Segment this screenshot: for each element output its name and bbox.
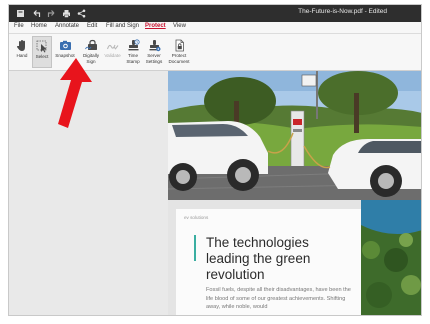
redo-icon[interactable] [45, 7, 57, 19]
server-settings-button[interactable]: Server Settings [143, 36, 165, 68]
menu-view[interactable]: View [173, 23, 186, 29]
pdf-page: ev solutions The technologies leading th… [168, 71, 421, 315]
select-tool-button[interactable]: Select [32, 36, 52, 68]
digital-sign-icon [84, 39, 97, 50]
time-stamp-label: Time Stamp [126, 53, 140, 64]
headline-accent-bar [194, 235, 196, 261]
validate-button[interactable]: Validate [102, 36, 123, 68]
validate-label: Validate [104, 53, 121, 58]
title-bar: The-Future-is-Now.pdf - Edited [9, 5, 421, 22]
server-settings-label: Server Settings [145, 53, 163, 64]
article-card: ev solutions The technologies leading th… [176, 209, 361, 315]
window-title: The-Future-is-Now.pdf - Edited [298, 8, 387, 15]
menu-annotate[interactable]: Annotate [55, 23, 79, 29]
hand-label: Hand [16, 53, 28, 58]
article-headline: The technologies leading the green revol… [206, 235, 311, 282]
server-settings-icon [149, 40, 160, 52]
share-icon[interactable] [75, 7, 87, 19]
article-body-text: Fossil fuels, despite all their disadvan… [206, 287, 351, 311]
menu-bar: File Home Annotate Edit Fill and Sign Pr… [9, 22, 421, 34]
undo-icon[interactable] [30, 7, 42, 19]
menu-protect[interactable]: Protect [145, 23, 166, 29]
menu-home[interactable]: Home [31, 23, 47, 29]
menu-fill-and-sign[interactable]: Fill and Sign [106, 23, 139, 29]
app-window: The-Future-is-Now.pdf - Edited File Home… [8, 4, 422, 316]
protect-document-button[interactable]: Protect Document [167, 36, 191, 68]
print-icon[interactable] [60, 7, 72, 19]
document-view[interactable]: ev solutions The technologies leading th… [168, 71, 421, 315]
menu-edit[interactable]: Edit [87, 23, 97, 29]
brand-logo-text: ev solutions [184, 215, 209, 220]
hand-tool-button[interactable]: Hand [12, 36, 32, 68]
protect-document-icon [175, 39, 184, 52]
time-stamp-button[interactable]: Time Stamp [123, 36, 143, 68]
menu-file[interactable]: File [14, 23, 24, 29]
snapshot-icon [59, 40, 71, 50]
protect-document-label: Protect Document [168, 53, 190, 64]
aerial-forest-photo [361, 200, 421, 315]
article-section: ev solutions The technologies leading th… [168, 200, 421, 315]
ev-charging-photo [168, 71, 421, 200]
time-stamp-icon [128, 39, 140, 51]
validate-icon [106, 44, 119, 50]
select-label: Select [35, 54, 49, 59]
red-pointer-arrow [58, 58, 92, 128]
select-cursor-icon [36, 40, 47, 53]
hand-icon [16, 40, 25, 51]
app-menu-icon[interactable] [14, 7, 26, 19]
